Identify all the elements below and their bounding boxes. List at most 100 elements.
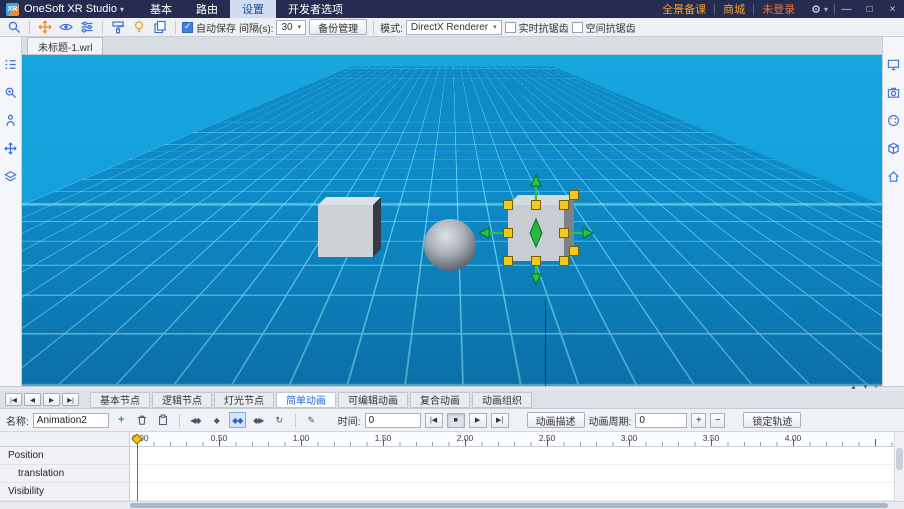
menu-item-developer-options[interactable]: 开发者选项 (276, 0, 355, 18)
minimize-button[interactable]: — (835, 0, 858, 18)
login-status-link[interactable]: 未登录 (754, 1, 803, 17)
panel-collapse-icon[interactable]: ▼ (862, 384, 869, 391)
track-row-position[interactable]: Position (0, 447, 894, 465)
timeline-vertical-scrollbar[interactable] (894, 432, 904, 501)
playback-skip-end-button[interactable]: ▶| (491, 413, 509, 428)
monitor-icon[interactable] (886, 57, 901, 72)
store-link[interactable]: 商城 (715, 1, 753, 17)
track-row-translation[interactable]: translation (0, 465, 894, 483)
scrollbar-thumb[interactable] (130, 503, 888, 508)
time-input[interactable] (365, 413, 421, 428)
skip-to-end-button[interactable]: ▶| (62, 393, 79, 406)
translate-gizmo (472, 161, 602, 291)
animation-description-button[interactable]: 动画描述 (527, 412, 585, 428)
playhead[interactable] (137, 436, 138, 501)
right-tool-rail (882, 37, 904, 386)
document-tab[interactable]: 未标题-1.wrl (27, 37, 103, 54)
panel-expand-icon[interactable]: ▲ (850, 384, 857, 391)
tab-logic-nodes[interactable]: 逻辑节点 (152, 392, 212, 408)
outline-tree-icon[interactable] (3, 57, 18, 72)
track-list: Position translation Visibility (0, 447, 894, 501)
spatial-aa-checkbox[interactable] (572, 22, 583, 33)
keyframe-mode-button[interactable]: ◆◆ (229, 412, 246, 428)
backup-manage-button[interactable]: 备份管理 (309, 19, 367, 35)
loop-refresh-icon[interactable]: ↻ (271, 412, 288, 428)
tab-simple-animation[interactable]: 简单动画 (276, 392, 336, 408)
clipboard-icon[interactable] (155, 412, 172, 428)
sphere-object[interactable] (424, 219, 476, 271)
viewport-3d[interactable] (22, 55, 882, 386)
search-icon[interactable] (5, 19, 23, 35)
track-label[interactable]: Visibility (0, 483, 130, 501)
tab-composite-animation[interactable]: 复合动画 (410, 392, 470, 408)
track-label[interactable]: Position (0, 447, 130, 465)
palette-icon[interactable] (886, 113, 901, 128)
panel-close-icon[interactable]: × (874, 384, 878, 391)
scrollbar-thumb[interactable] (896, 448, 903, 470)
chevron-down-icon: ▾ (493, 23, 497, 31)
lock-track-button[interactable]: 锁定轨迹 (743, 412, 801, 428)
playback-play-button[interactable]: ▶ (469, 413, 487, 428)
renderer-mode-select[interactable]: DirectX Renderer ▾ (406, 20, 502, 35)
figure-tool-icon[interactable] (3, 113, 18, 128)
next-keyframe-button[interactable]: ◆▶ (250, 412, 267, 428)
panorama-lesson-link[interactable]: 全景备课 (654, 1, 714, 17)
move-tool-icon[interactable] (36, 19, 54, 35)
visibility-eye-icon[interactable] (57, 19, 75, 35)
track-label[interactable]: translation (0, 465, 130, 483)
timeline-horizontal-scrollbar[interactable] (0, 501, 904, 509)
app-menu-chevron-down-icon[interactable]: ▾ (120, 5, 124, 14)
app-logo-text: XR (8, 6, 18, 13)
playback-skip-start-button[interactable]: |◀ (425, 413, 443, 428)
autosave-checkbox[interactable] (182, 22, 193, 33)
ruler-major-ticks (137, 439, 894, 446)
menu-item-settings[interactable]: 设置 (230, 0, 276, 18)
tab-editable-animation[interactable]: 可编辑动画 (338, 392, 408, 408)
track-lane[interactable] (130, 483, 894, 501)
model-cube-icon[interactable] (886, 141, 901, 156)
selected-cube-object[interactable] (472, 161, 602, 291)
zoom-tool-icon[interactable] (3, 85, 18, 100)
step-forward-button[interactable]: ▶ (43, 393, 60, 406)
realtime-aa-checkbox[interactable] (505, 22, 516, 33)
prev-keyframe-button[interactable]: ◀◆ (187, 412, 204, 428)
menu-item-basic[interactable]: 基本 (138, 0, 184, 18)
timeline-ruler[interactable]: 0.00 0.50 1.00 1.50 2.00 2.50 3.00 3.50 … (130, 432, 894, 447)
animation-period-input[interactable] (635, 413, 687, 428)
step-back-button[interactable]: ◀ (24, 393, 41, 406)
paint-tool-icon[interactable] (109, 19, 127, 35)
track-row-visibility[interactable]: Visibility (0, 483, 894, 501)
ruler-label: 1.50 (375, 433, 392, 443)
gear-icon[interactable]: ⚙ (803, 3, 824, 16)
left-tool-rail (0, 37, 22, 386)
delete-trash-icon[interactable] (134, 412, 151, 428)
duplicate-copy-icon[interactable] (151, 19, 169, 35)
menu-item-routing[interactable]: 路由 (184, 0, 230, 18)
playback-stop-button[interactable]: ■ (447, 413, 465, 428)
home-icon[interactable] (886, 169, 901, 184)
cube-object[interactable] (318, 195, 388, 257)
animation-name-input[interactable] (33, 413, 109, 428)
edit-pencil-icon[interactable]: ✎ (303, 412, 320, 428)
add-animation-icon[interactable]: + (113, 412, 130, 428)
track-lane[interactable] (130, 465, 894, 483)
light-bulb-icon[interactable] (130, 19, 148, 35)
ruler-label: 1.00 (293, 433, 310, 443)
settings-chevron-down-icon[interactable]: ▾ (824, 5, 834, 14)
period-decrease-button[interactable]: − (710, 413, 725, 428)
layers-icon[interactable] (3, 169, 18, 184)
interval-select[interactable]: 30 ▾ (276, 20, 306, 35)
period-increase-button[interactable]: + (691, 413, 706, 428)
maximize-button[interactable]: □ (858, 0, 881, 18)
tab-light-nodes[interactable]: 灯光节点 (214, 392, 274, 408)
filter-sliders-icon[interactable] (78, 19, 96, 35)
skip-to-start-button[interactable]: |◀ (5, 393, 22, 406)
interval-label: 间隔(s): (239, 20, 273, 35)
tab-basic-nodes[interactable]: 基本节点 (90, 392, 150, 408)
tab-animation-organize[interactable]: 动画组织 (472, 392, 532, 408)
add-keyframe-button[interactable]: ◆ (208, 412, 225, 428)
track-lane[interactable] (130, 447, 894, 465)
transform-tool-icon[interactable] (3, 141, 18, 156)
close-button[interactable]: × (881, 0, 904, 18)
capture-camera-icon[interactable] (886, 85, 901, 100)
